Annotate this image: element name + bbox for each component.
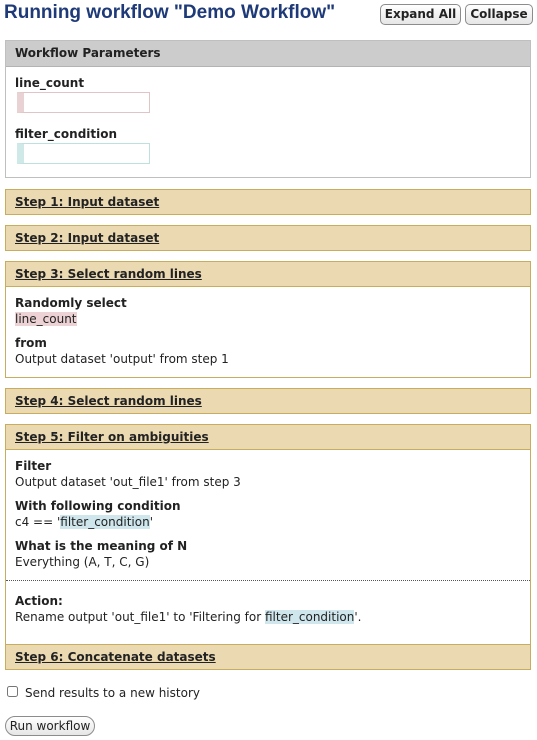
condition-value: c4 == 'filter_condition'	[15, 515, 153, 529]
randomly-select-param: line_count	[15, 312, 77, 326]
step-6-panel: Step 6: Concatenate datasets	[5, 644, 531, 670]
step-3-body: Randomly select line_count from Output d…	[6, 287, 530, 377]
action-divider	[6, 580, 530, 581]
action-suffix: '.	[354, 610, 362, 624]
meaning-value: Everything (A, T, C, G)	[15, 555, 150, 569]
condition-param: filter_condition	[60, 515, 150, 529]
from-label: from	[15, 336, 47, 350]
workflow-parameters-heading: Workflow Parameters	[6, 41, 530, 67]
condition-prefix: c4 == '	[15, 515, 61, 529]
step-2-panel: Step 2: Input dataset	[5, 225, 531, 251]
randomly-select-label: Randomly select	[15, 296, 127, 310]
action-param: filter_condition	[264, 610, 355, 624]
meaning-label: What is the meaning of N	[15, 539, 188, 553]
param-label-line-count: line_count	[15, 76, 85, 90]
action-prefix: Rename output 'out_file1' to 'Filtering …	[15, 610, 265, 624]
step-4-panel: Step 4: Select random lines	[5, 388, 531, 414]
send-to-new-history-label[interactable]: Send results to a new history	[25, 686, 200, 700]
filter-label: Filter	[15, 459, 52, 473]
step-5-header[interactable]: Step 5: Filter on ambiguities	[6, 425, 530, 450]
step-6-header[interactable]: Step 6: Concatenate datasets	[6, 645, 530, 669]
workflow-parameters-panel: Workflow Parameters line_count filter_co…	[5, 40, 531, 178]
collapse-button[interactable]: Collapse	[465, 4, 533, 25]
step-5-body: Filter Output dataset 'out_file1' from s…	[6, 450, 530, 656]
step-4-header[interactable]: Step 4: Select random lines	[6, 389, 530, 413]
step-2-header[interactable]: Step 2: Input dataset	[6, 226, 530, 250]
step-3-header[interactable]: Step 3: Select random lines	[6, 262, 530, 287]
page-title: Running workflow "Demo Workflow"	[4, 2, 336, 23]
expand-all-button[interactable]: Expand All	[380, 4, 461, 25]
send-to-new-history-checkbox[interactable]	[7, 686, 18, 697]
step-1-panel: Step 1: Input dataset	[5, 189, 531, 215]
filter-value: Output dataset 'out_file1' from step 3	[15, 475, 241, 489]
action-label: Action:	[15, 594, 63, 608]
from-value: Output dataset 'output' from step 1	[15, 352, 229, 366]
step-3-panel: Step 3: Select random lines Randomly sel…	[5, 261, 531, 378]
param-label-filter-condition: filter_condition	[15, 127, 118, 141]
line-count-input[interactable]	[17, 92, 150, 113]
step-5-panel: Step 5: Filter on ambiguities Filter Out…	[5, 424, 531, 657]
workflow-run-page: Running workflow "Demo Workflow" Expand …	[0, 0, 537, 740]
action-value: Rename output 'out_file1' to 'Filtering …	[15, 610, 362, 624]
filter-condition-input[interactable]	[17, 143, 150, 164]
condition-label: With following condition	[15, 499, 181, 513]
step-1-header[interactable]: Step 1: Input dataset	[6, 190, 530, 214]
run-workflow-button[interactable]: Run workflow	[5, 716, 95, 736]
condition-suffix: '	[149, 515, 153, 529]
